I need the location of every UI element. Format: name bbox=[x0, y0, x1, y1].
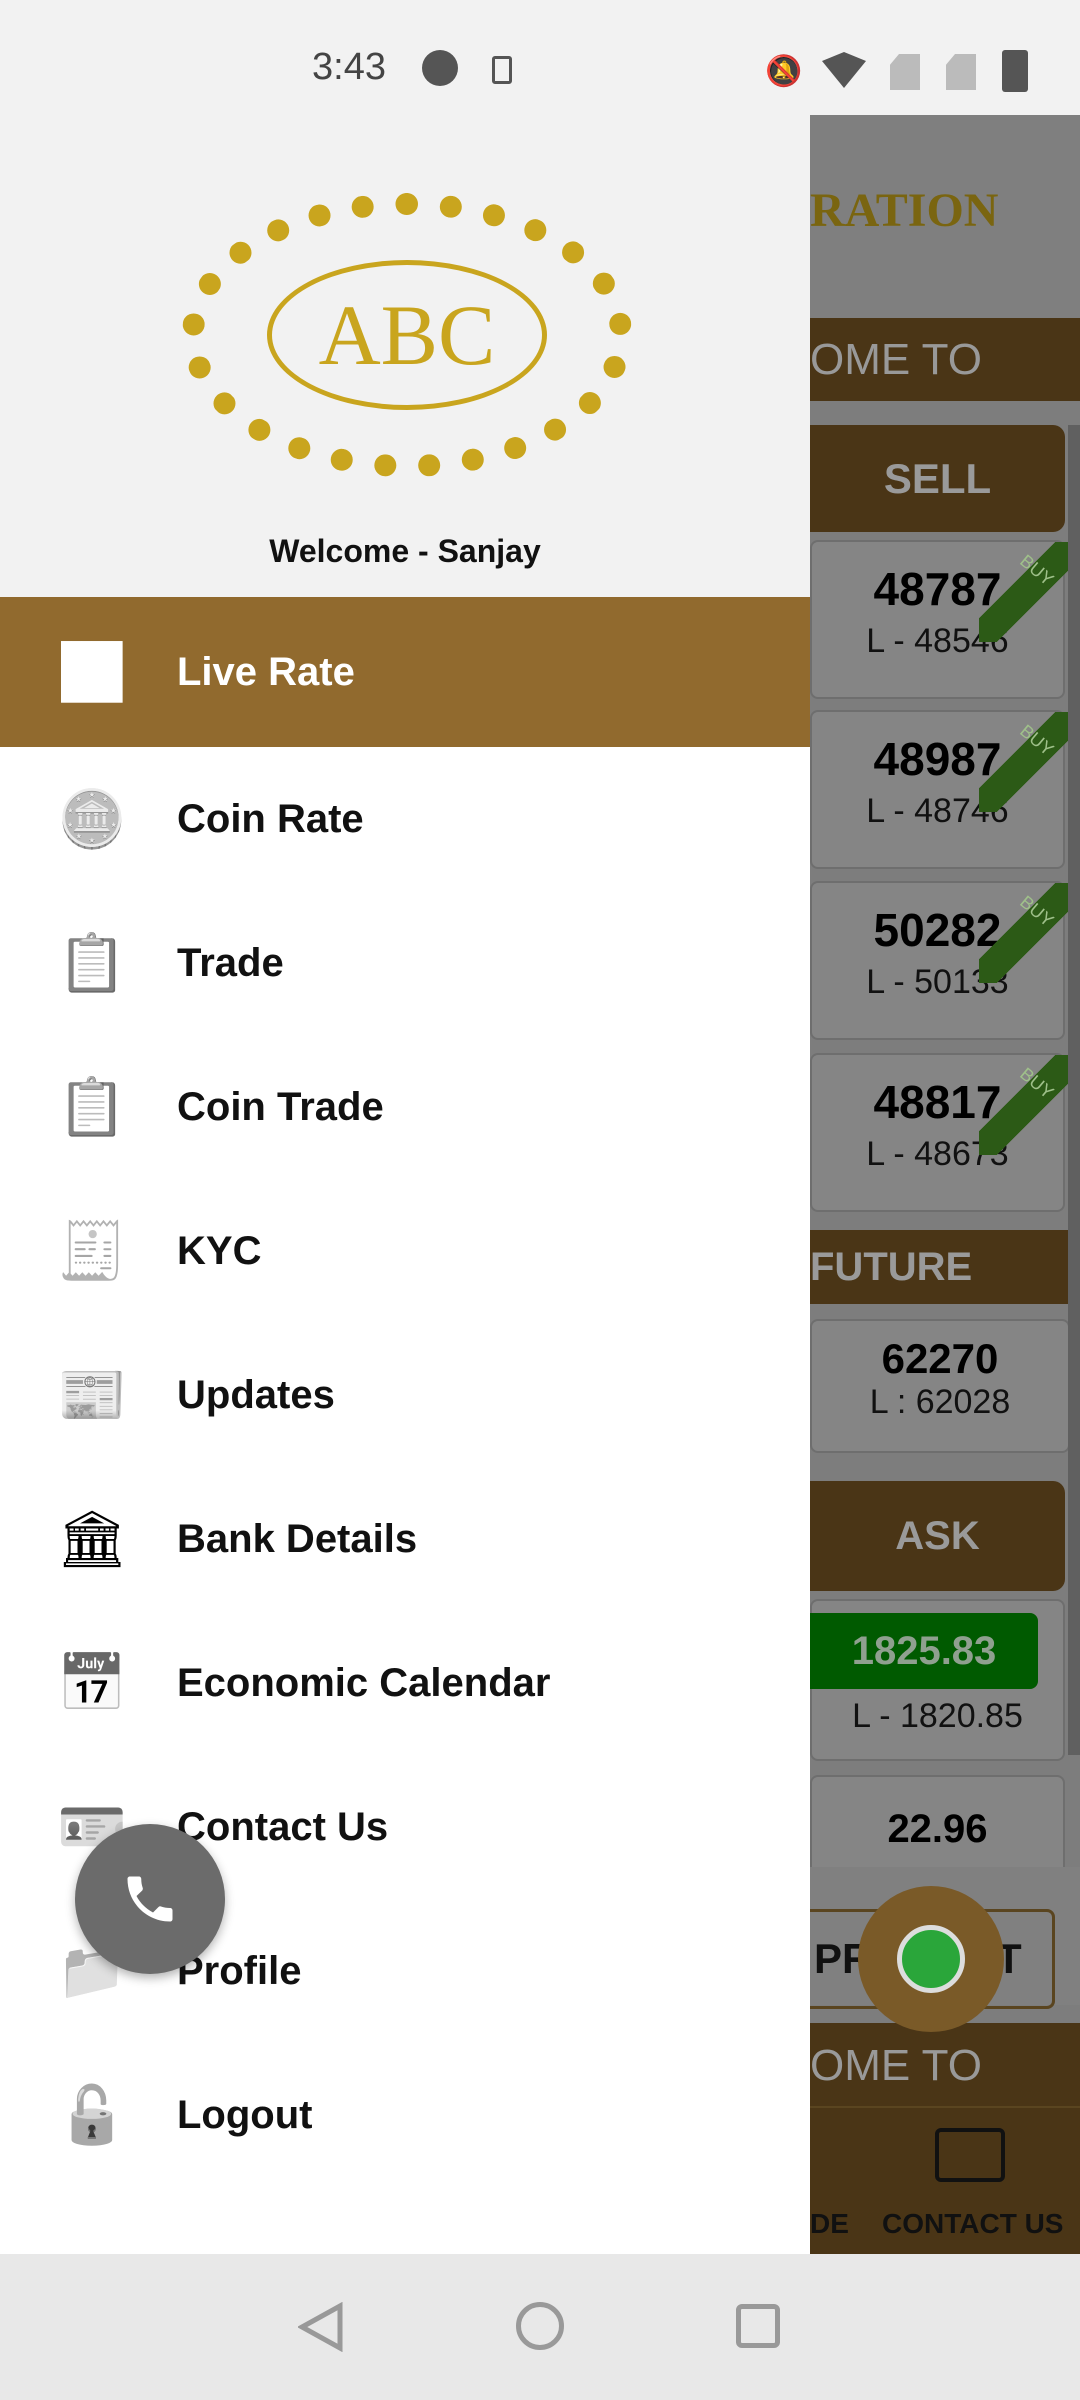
drawer-item-label: Trade bbox=[177, 940, 284, 985]
recents-button[interactable] bbox=[736, 2304, 780, 2348]
drawer-item-label: Updates bbox=[177, 1372, 335, 1417]
document-check-icon: 🧾 bbox=[57, 1219, 127, 1282]
drawer-item-kyc[interactable]: 🧾 KYC bbox=[0, 1179, 810, 1323]
status-time: 3:43 bbox=[312, 46, 386, 88]
call-fab[interactable] bbox=[75, 1824, 225, 1974]
drawer-item-label: KYC bbox=[177, 1228, 262, 1273]
whatsapp-icon bbox=[897, 1925, 965, 1993]
drawer-item-coin-trade[interactable]: 📋 Coin Trade bbox=[0, 1035, 810, 1179]
newspaper-icon: 📰 bbox=[57, 1363, 127, 1426]
bottom-nav-contact-us[interactable]: CONTACT US bbox=[882, 2208, 1063, 2240]
future-value: 62270 bbox=[881, 1335, 999, 1382]
app-title: RATION bbox=[810, 184, 999, 237]
drawer-item-label: Economic Calendar bbox=[177, 1660, 551, 1705]
ask-low: L - 1820.85 bbox=[852, 1697, 1023, 1735]
contact-card-icon bbox=[935, 2128, 1005, 2182]
drawer-item-live-rate[interactable]: 📈 Live Rate bbox=[0, 597, 810, 747]
download-icon bbox=[492, 56, 512, 84]
drawer-item-trade[interactable]: 📋 Trade bbox=[0, 891, 810, 1035]
scrollbar[interactable] bbox=[1068, 425, 1080, 1755]
welcome-text: Welcome - Sanjay bbox=[269, 533, 541, 569]
bottom-nav-trade[interactable]: DE bbox=[810, 2208, 849, 2240]
status-bar: 3:43 🔕 bbox=[0, 0, 1080, 115]
drawer-item-label: Coin Rate bbox=[177, 796, 364, 841]
wifi-icon bbox=[822, 52, 866, 88]
rate-card[interactable]: 50282 L - 50133 BUY bbox=[810, 881, 1069, 1040]
drawer-item-updates[interactable]: 📰 Updates bbox=[0, 1323, 810, 1467]
drawer-item-label: Logout bbox=[177, 2092, 313, 2137]
gold-bars-icon: 🪙 bbox=[57, 787, 127, 850]
ask-header: ASK bbox=[810, 1481, 1065, 1591]
marquee-top: OME TO AGRO bbox=[810, 318, 1080, 467]
no-sim-icon bbox=[890, 54, 920, 90]
future-card[interactable]: 62270 L : 62028 bbox=[810, 1319, 1070, 1453]
buy-ribbon: BUY bbox=[979, 542, 1069, 642]
ask-value: 1825.83 bbox=[810, 1613, 1038, 1689]
battery-charging-icon bbox=[1002, 50, 1028, 92]
rate-card[interactable]: 48817 L - 48673 BUY bbox=[810, 1053, 1069, 1212]
chart-icon: 📈 bbox=[57, 640, 127, 703]
drawer-item-label: Contact Us bbox=[177, 1804, 389, 1849]
home-button[interactable] bbox=[516, 2302, 564, 2350]
buy-ribbon: BUY bbox=[979, 1055, 1069, 1155]
lock-user-icon: 🔓 bbox=[57, 2083, 127, 2146]
future-low: L : 62028 bbox=[869, 1383, 1011, 1421]
phone-icon bbox=[127, 1876, 173, 1922]
back-button[interactable] bbox=[298, 2302, 344, 2352]
rate-card[interactable]: 48787 L - 48546 BUY bbox=[810, 540, 1069, 699]
drawer-header: ABC Welcome - Sanjay bbox=[0, 115, 810, 597]
drawer-item-label: Coin Trade bbox=[177, 1084, 384, 1129]
app-notification-icon bbox=[422, 50, 458, 86]
abc-logo: ABC bbox=[182, 193, 632, 477]
buy-ribbon: BUY bbox=[979, 712, 1069, 812]
drawer-item-coin-rate[interactable]: 🪙 Coin Rate bbox=[0, 747, 810, 891]
drawer-item-economic-calendar[interactable]: 📅 Economic Calendar bbox=[0, 1611, 810, 1755]
ask-card[interactable]: 1825.83 L - 1820.85 bbox=[810, 1599, 1065, 1761]
drawer-item-bank-details[interactable]: 🏛 Bank Details bbox=[0, 1467, 810, 1611]
marquee-bottom: OME TO AGRO bbox=[810, 2023, 1080, 2175]
silver-value: 22.96 bbox=[887, 1807, 988, 1851]
bank-icon: 🏛 bbox=[56, 1507, 128, 1570]
drawer-item-label: Bank Details bbox=[177, 1516, 418, 1561]
future-header: FUTURE bbox=[810, 1230, 1070, 1304]
rate-card[interactable]: 48987 L - 48746 BUY bbox=[810, 710, 1069, 869]
system-nav-bar bbox=[0, 2254, 1080, 2400]
buy-ribbon: BUY bbox=[979, 883, 1069, 983]
no-sim-icon-2 bbox=[946, 54, 976, 90]
drawer-item-logout[interactable]: 🔓 Logout bbox=[0, 2043, 810, 2187]
mute-icon: 🔕 bbox=[765, 55, 803, 88]
clipboard-chart-icon: 📋 bbox=[57, 1075, 127, 1138]
calendar-chart-icon: 📅 bbox=[57, 1651, 127, 1714]
sell-header: SELL bbox=[810, 425, 1065, 532]
drawer-item-label: Live Rate bbox=[177, 649, 355, 694]
whatsapp-fab[interactable] bbox=[858, 1886, 1004, 2032]
clipboard-chart-icon: 📋 bbox=[57, 931, 127, 994]
silver-card[interactable]: 22.96 bbox=[810, 1775, 1065, 1875]
